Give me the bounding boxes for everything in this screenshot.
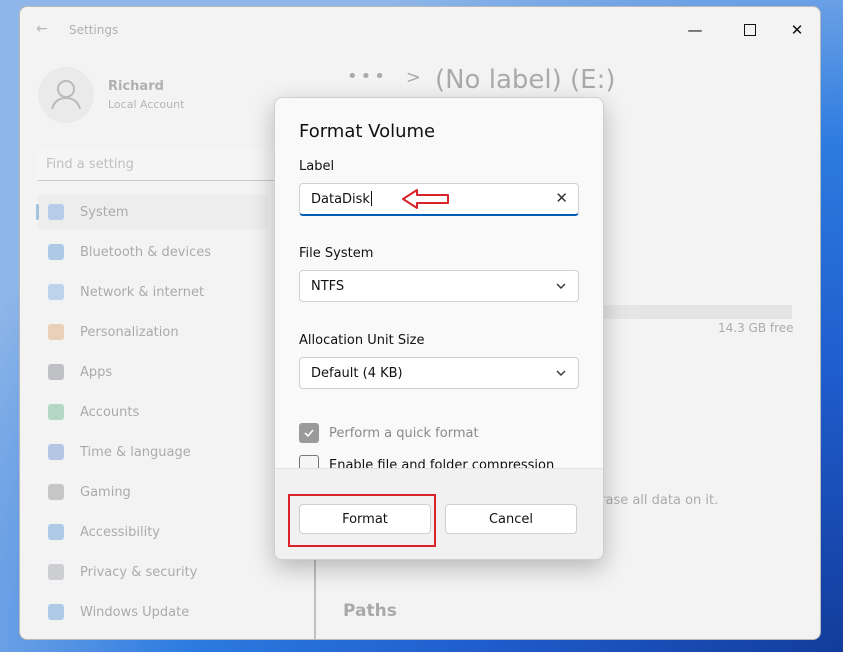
dialog-title: Format Volume [299,121,436,142]
allocation-unit-select[interactable]: Default (4 KB) [299,357,579,389]
sidebar-item-label: Privacy & security [80,564,198,580]
sidebar-item-network-internet[interactable]: Network & internet [38,275,268,309]
file-system-label: File System [299,246,374,261]
minimize-button[interactable]: — [680,15,710,45]
quick-format-row: Perform a quick format [299,423,479,443]
sidebar-item-label: Gaming [80,484,131,500]
paths-section-title: Paths [343,601,397,621]
sidebar-item-system[interactable]: System [36,195,268,229]
sidebar-item-label: Windows Update [80,604,190,620]
allocation-unit-value: Default (4 KB) [311,366,403,381]
close-button[interactable]: ✕ [782,15,812,45]
label-field-label: Label [299,159,335,174]
person-icon [48,404,64,420]
sidebar-item-privacy-security[interactable]: Privacy & security [38,555,268,589]
checkmark-icon [304,429,314,438]
bluetooth-icon [48,244,64,260]
free-space-label: 14.3 GB free [718,321,794,335]
sidebar-item-label: System [80,204,129,220]
file-system-select[interactable]: NTFS [299,270,579,302]
cancel-button[interactable]: Cancel [445,504,577,534]
usage-bar [580,305,792,319]
breadcrumb-more-button[interactable]: ••• [347,66,388,87]
allocation-unit-label: Allocation Unit Size [299,333,425,348]
account-type: Local Account [108,98,185,111]
monitor-icon [48,204,64,220]
search-placeholder: Find a setting [46,157,134,172]
close-icon: ✕ [790,21,804,39]
accessibility-icon [48,524,64,540]
sidebar-item-apps[interactable]: Apps [38,355,268,389]
page-title: (No label) (E:) [434,65,616,95]
minimize-icon: — [687,21,703,39]
annotation-highlight-box [288,494,436,547]
sidebar-item-accessibility[interactable]: Accessibility [38,515,268,549]
app-title: Settings [69,23,119,37]
sidebar-item-label: Bluetooth & devices [80,244,211,260]
brush-icon [48,324,64,340]
shield-icon [48,564,64,580]
chevron-down-icon [556,370,566,376]
search-input[interactable]: Find a setting [38,150,288,181]
settings-window: ← Settings Richard Local Account Find a … [19,6,821,640]
sidebar-item-windows-update[interactable]: Windows Update [38,595,268,629]
format-volume-dialog: Format Volume Label DataDisk ✕ File Syst… [274,97,604,560]
quick-format-label: Perform a quick format [329,425,479,441]
sidebar-item-accounts[interactable]: Accounts [38,395,268,429]
maximize-icon [744,24,756,36]
sidebar-item-label: Accounts [80,404,140,420]
sidebar-item-label: Apps [80,364,113,380]
person-icon [51,80,81,110]
sidebar-item-label: Accessibility [80,524,160,540]
avatar[interactable] [38,67,94,123]
clear-icon[interactable]: ✕ [555,189,568,207]
divider [314,547,316,639]
globe-clock-icon [48,444,64,460]
gamepad-icon [48,484,64,500]
breadcrumb-separator: > [405,67,421,88]
sidebar-item-label: Time & language [80,444,191,460]
chevron-down-icon [556,283,566,289]
volume-label-value: DataDisk [311,191,372,207]
sidebar-item-bluetooth-devices[interactable]: Bluetooth & devices [38,235,268,269]
apps-icon [48,364,64,380]
quick-format-checkbox[interactable] [299,423,319,443]
sidebar-item-label: Personalization [80,324,179,340]
update-icon [48,604,64,620]
maximize-button[interactable] [735,15,765,45]
back-arrow-icon[interactable]: ← [36,21,48,37]
user-name: Richard [108,79,164,94]
file-system-value: NTFS [311,279,345,294]
sidebar-item-personalization[interactable]: Personalization [38,315,268,349]
sidebar-item-label: Network & internet [80,284,205,300]
wifi-icon [48,284,64,300]
sidebar-item-gaming[interactable]: Gaming [38,475,268,509]
sidebar-item-time-language[interactable]: Time & language [38,435,268,469]
breadcrumb: ••• > (No label) (E:) [347,65,615,95]
annotation-arrow-icon [402,189,449,209]
